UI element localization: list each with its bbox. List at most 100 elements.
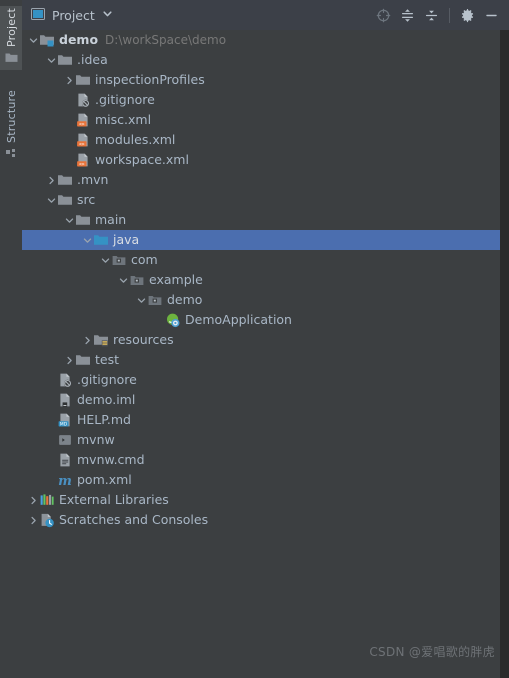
tree-row-label: .gitignore (77, 372, 137, 387)
tree-row-label: inspectionProfiles (95, 72, 205, 87)
structure-icon (5, 148, 18, 162)
xml-file-icon: <> (75, 152, 91, 168)
tree-row[interactable]: .mvn (22, 170, 500, 190)
chevron-down-icon[interactable] (102, 8, 113, 22)
chevron-down-icon[interactable] (118, 270, 129, 290)
iml-file-icon (57, 392, 73, 408)
tool-window-bar: Project Structure (0, 0, 23, 678)
tool-window-header: Project (22, 0, 509, 31)
chevron-down-icon[interactable] (100, 250, 111, 270)
svg-text:<>: <> (79, 142, 85, 147)
collapse-all-button[interactable] (421, 5, 442, 26)
gitignore-file-icon (57, 372, 73, 388)
scratches-icon (39, 512, 55, 528)
svg-text:<>: <> (79, 162, 85, 167)
tree-row[interactable]: .gitignore (22, 90, 500, 110)
tree-row[interactable]: m pom.xml (22, 470, 500, 490)
tree-row-label: .mvn (77, 172, 109, 187)
cmd-file-icon (57, 452, 73, 468)
chevron-down-icon[interactable] (82, 230, 93, 250)
chevron-down-icon[interactable] (46, 50, 57, 70)
minimize-icon[interactable] (481, 5, 502, 26)
chevron-right-icon[interactable] (28, 510, 39, 530)
svg-text:m: m (58, 474, 72, 488)
chevron-down-icon[interactable] (136, 290, 147, 310)
folder-icon (75, 72, 91, 88)
chevron-right-icon[interactable] (46, 170, 57, 190)
tree-row-label: src (77, 192, 96, 207)
project-tree[interactable]: demo D:\workSpace\demo .idea inspectionProf… (22, 30, 500, 678)
tree-row[interactable]: .gitignore (22, 370, 500, 390)
select-opened-file-button[interactable] (373, 5, 394, 26)
tree-row[interactable]: demo.iml (22, 390, 500, 410)
shell-script-icon (57, 432, 73, 448)
package-icon (111, 252, 127, 268)
spring-boot-class-icon (165, 312, 181, 328)
tree-row-label: com (131, 252, 158, 267)
svg-text:MD: MD (60, 422, 68, 428)
tree-row[interactable]: DemoApplication (22, 310, 500, 330)
maven-pom-icon: m (57, 472, 73, 488)
chevron-down-icon[interactable] (46, 190, 57, 210)
tree-row-label: modules.xml (95, 132, 176, 147)
tree-row[interactable]: src (22, 190, 500, 210)
tool-window-title: Project (52, 7, 95, 23)
libraries-icon (39, 492, 55, 508)
tree-row-label: example (149, 272, 203, 287)
tree-row[interactable]: .idea (22, 50, 500, 70)
tree-row-label: demo (59, 32, 99, 47)
tree-row[interactable]: demo (22, 290, 500, 310)
chevron-right-icon[interactable] (28, 490, 39, 510)
tree-row[interactable]: mvnw.cmd (22, 450, 500, 470)
tree-row-label: .idea (77, 52, 108, 67)
source-folder-icon (93, 232, 109, 248)
tree-row[interactable]: <> modules.xml (22, 130, 500, 150)
package-icon (129, 272, 145, 288)
tree-row[interactable]: inspectionProfiles (22, 70, 500, 90)
gear-icon[interactable] (457, 5, 478, 26)
tree-row[interactable]: External Libraries (22, 490, 500, 510)
tree-row-label: java (113, 232, 140, 247)
chevron-down-icon[interactable] (28, 30, 39, 50)
tree-row[interactable]: MD HELP.md (22, 410, 500, 430)
tree-row[interactable]: Scratches and Consoles (22, 510, 500, 530)
tree-row-label: mvnw.cmd (77, 452, 145, 467)
tree-row-label: DemoApplication (185, 312, 292, 327)
tree-row[interactable]: resources (22, 330, 500, 350)
expand-all-button[interactable] (397, 5, 418, 26)
module-folder-icon (39, 32, 55, 48)
xml-file-icon: <> (75, 112, 91, 128)
svg-text:<>: <> (79, 122, 85, 127)
gitignore-file-icon (75, 92, 91, 108)
chevron-right-icon[interactable] (82, 330, 93, 350)
tree-row-label: Scratches and Consoles (59, 512, 209, 527)
folder-icon (57, 192, 73, 208)
folder-icon (57, 52, 73, 68)
tree-row-label: mvnw (77, 432, 115, 447)
tree-row-label: pom.xml (77, 472, 132, 487)
chevron-down-icon[interactable] (64, 210, 75, 230)
tree-row[interactable]: <> misc.xml (22, 110, 500, 130)
tree-row[interactable]: java (22, 230, 500, 250)
tree-row[interactable]: <> workspace.xml (22, 150, 500, 170)
tree-row[interactable]: example (22, 270, 500, 290)
markdown-file-icon: MD (57, 412, 73, 428)
tree-row[interactable]: com (22, 250, 500, 270)
folder-icon (75, 352, 91, 368)
tree-row-label: .gitignore (95, 92, 155, 107)
header-actions (373, 5, 509, 26)
watermark: CSDN @爱唱歌的胖虎 (369, 645, 495, 659)
tree-row-label: HELP.md (77, 412, 131, 427)
tree-row[interactable]: demo D:\workSpace\demo (22, 30, 500, 50)
tree-row[interactable]: main (22, 210, 500, 230)
chevron-right-icon[interactable] (64, 70, 75, 90)
tree-row-label: External Libraries (59, 492, 169, 507)
chevron-right-icon[interactable] (64, 350, 75, 370)
package-icon (147, 292, 163, 308)
tool-tab-structure-label: Structure (4, 90, 18, 143)
tree-row[interactable]: mvnw (22, 430, 500, 450)
tool-tab-structure[interactable]: Structure (0, 88, 22, 166)
resources-folder-icon (93, 332, 109, 348)
tool-tab-project[interactable]: Project (0, 6, 22, 71)
tree-row[interactable]: test (22, 350, 500, 370)
